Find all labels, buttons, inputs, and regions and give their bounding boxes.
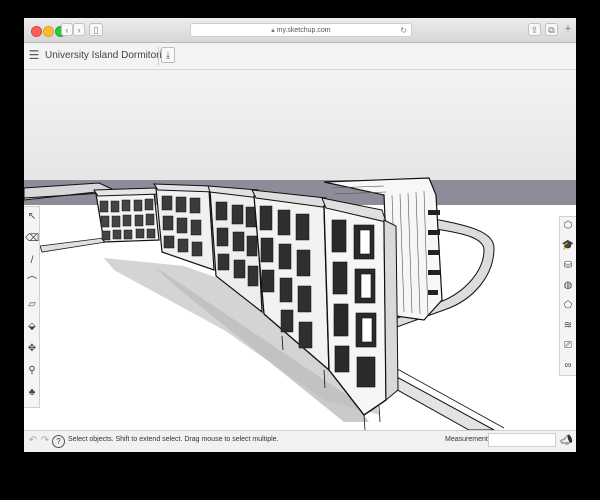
sidebar-toggle-button[interactable]: ▯ xyxy=(89,23,103,36)
right-toolbar: ⬡ 🎓 ⛁ ◍ ⬠ ≋ ⎚ ∞ xyxy=(559,216,576,376)
eraser-tool-icon[interactable]: ⌫ xyxy=(25,230,39,248)
new-tab-button[interactable]: + xyxy=(562,23,574,36)
scenes-icon[interactable]: ⎚ xyxy=(561,337,575,355)
megaphone-icon[interactable]: 📣︎ xyxy=(560,435,573,446)
chevron-left-icon: ‹ xyxy=(65,25,69,35)
display-icon[interactable]: ∞ xyxy=(561,357,575,375)
status-message: Select objects. Shift to extend select. … xyxy=(68,436,279,443)
sidebar-icon: ▯ xyxy=(93,25,99,35)
redo-icon[interactable]: ↷ xyxy=(39,435,51,447)
browser-titlebar: ‹ › ▯ 🔒︎ my.sketchup.com ↻ ⇪ ⧉ + xyxy=(24,18,576,43)
browser-window: ‹ › ▯ 🔒︎ my.sketchup.com ↻ ⇪ ⧉ + ☰ Univer… xyxy=(24,18,576,452)
instructor-icon[interactable]: 🎓 xyxy=(561,237,575,255)
push-pull-tool-icon[interactable]: ⬙ xyxy=(25,318,39,336)
forward-button[interactable]: › xyxy=(73,23,85,36)
document-title[interactable]: University Island Dormitories xyxy=(45,48,172,64)
arc-tool-icon[interactable]: ⌒ xyxy=(25,274,39,292)
measurements-label: Measurements xyxy=(445,436,492,443)
app-header: ☰ University Island Dormitories ⤓ xyxy=(24,43,576,70)
show-tabs-button[interactable]: ⧉ xyxy=(545,23,558,36)
line-tool-icon[interactable]: / xyxy=(25,252,39,270)
layers-icon[interactable]: ≋ xyxy=(561,317,575,335)
url-text: my.sketchup.com xyxy=(276,27,331,34)
share-button[interactable]: ⇪ xyxy=(528,23,541,36)
move-tool-icon[interactable]: ✥ xyxy=(25,340,39,358)
export-icon[interactable]: ⤓ xyxy=(161,47,175,63)
styles-icon[interactable]: ⬠ xyxy=(561,297,575,315)
building-model[interactable] xyxy=(24,70,576,430)
menu-icon[interactable]: ☰ xyxy=(28,49,40,61)
model-viewport[interactable]: ↖ ⌫ / ⌒ ▱ ⬙ ✥ ⚲ ♣ ⬡ 🎓 ⛁ ◍ ⬠ ≋ ⎚ ∞ xyxy=(24,70,576,430)
entity-info-icon[interactable]: ⬡ xyxy=(561,217,575,235)
reload-icon[interactable]: ↻ xyxy=(400,24,407,38)
rectangle-tool-icon[interactable]: ▱ xyxy=(25,296,39,314)
divider xyxy=(158,46,159,66)
back-button[interactable]: ‹ xyxy=(61,23,73,36)
components-icon[interactable]: ⛁ xyxy=(561,257,575,275)
select-tool-icon[interactable]: ↖ xyxy=(25,208,39,226)
close-window-button[interactable] xyxy=(31,26,42,37)
left-toolbar: ↖ ⌫ / ⌒ ▱ ⬙ ✥ ⚲ ♣ xyxy=(24,206,40,408)
measurements-input[interactable] xyxy=(488,433,556,447)
plus-icon: + xyxy=(564,23,572,35)
orbit-tool-icon[interactable]: ⚲ xyxy=(25,362,39,380)
help-icon[interactable]: ? xyxy=(52,435,65,448)
status-bar: ↶ ↷ ? Select objects. Shift to extend se… xyxy=(24,430,576,452)
chevron-right-icon: › xyxy=(77,25,81,35)
address-bar[interactable]: 🔒︎ my.sketchup.com ↻ xyxy=(190,23,412,37)
tabs-icon: ⧉ xyxy=(548,25,555,35)
share-icon: ⇪ xyxy=(530,25,539,35)
materials-icon[interactable]: ◍ xyxy=(561,277,575,295)
minimize-window-button[interactable] xyxy=(43,26,54,37)
undo-icon[interactable]: ↶ xyxy=(27,435,39,447)
lock-icon: 🔒︎ xyxy=(271,28,275,34)
paint-bucket-tool-icon[interactable]: ♣ xyxy=(25,384,39,402)
